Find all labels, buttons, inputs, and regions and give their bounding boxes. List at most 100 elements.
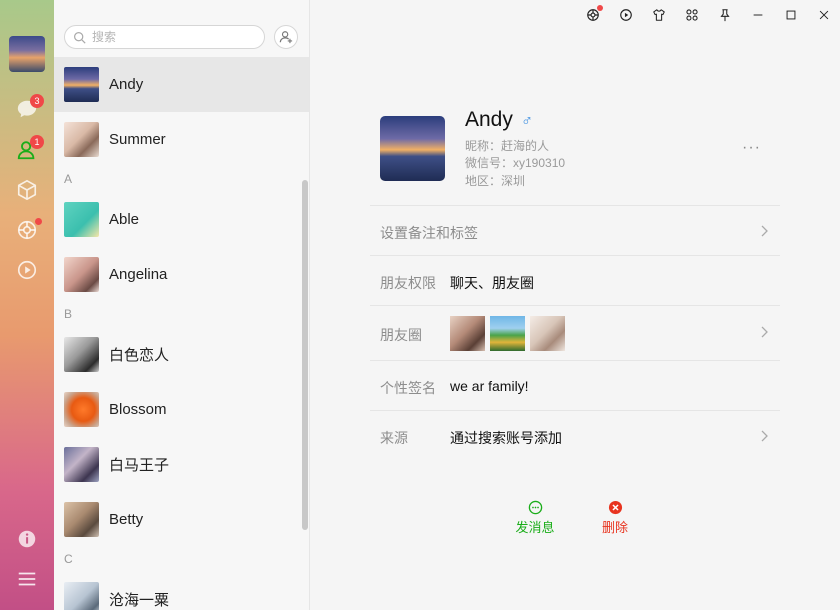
left-rail: 3 1 <box>0 0 54 610</box>
remark-tags-link[interactable]: 设置备注和标签 <box>380 223 478 243</box>
contact-row[interactable]: Summer <box>54 112 309 167</box>
permission-value[interactable]: 聊天、朋友圈 <box>450 273 534 293</box>
moments-dot <box>35 218 42 225</box>
contact-name: Blossom <box>109 401 167 418</box>
contact-row[interactable]: 白马王子 <box>54 437 309 492</box>
contact-row[interactable]: 沧海一粟 <box>54 572 309 610</box>
list-scrollbar[interactable] <box>302 180 308 530</box>
send-message-button[interactable]: 发消息 <box>510 500 560 536</box>
contact-avatar <box>64 447 99 482</box>
window-toolbar <box>576 4 840 26</box>
contacts-nav-button[interactable]: 1 <box>14 135 44 163</box>
add-person-icon <box>279 31 293 44</box>
video-nav-button[interactable] <box>14 257 40 283</box>
menu-button[interactable] <box>14 566 40 592</box>
contact-avatar <box>64 257 99 292</box>
message-icon <box>528 500 542 515</box>
divider <box>370 360 780 361</box>
source-label: 来源 <box>380 430 408 446</box>
contact-avatar <box>64 392 99 427</box>
search-icon <box>74 32 86 44</box>
contact-row[interactable]: Blossom <box>54 382 309 437</box>
contact-avatar <box>64 202 99 237</box>
info-button[interactable] <box>14 526 40 552</box>
delete-contact-button[interactable]: 删除 <box>590 500 640 536</box>
profile-avatar[interactable] <box>380 116 445 181</box>
minimize-button[interactable] <box>741 4 774 26</box>
section-header: C <box>64 552 73 566</box>
add-friend-button[interactable] <box>274 25 298 49</box>
maximize-icon <box>786 10 795 20</box>
male-icon: ♂ <box>521 113 533 130</box>
moments-toolbar-button[interactable] <box>576 4 609 26</box>
contact-name: Summer <box>109 131 166 148</box>
contact-avatar <box>64 122 99 157</box>
contact-avatar <box>64 337 99 372</box>
info-icon <box>18 530 36 548</box>
shirt-icon <box>652 9 665 21</box>
cube-icon <box>17 179 37 201</box>
close-icon <box>819 10 828 20</box>
contact-name: Angelina <box>109 266 168 283</box>
search-box[interactable] <box>64 25 265 49</box>
more-options-button[interactable]: ··· <box>742 139 761 157</box>
profile-name: Andy <box>465 108 513 131</box>
moments-thumbnail[interactable] <box>450 316 485 351</box>
profile-nickname: 昵称：赶海的人 <box>465 139 550 153</box>
delete-icon <box>608 500 622 515</box>
contact-name: 白色恋人 <box>109 347 170 364</box>
contact-row[interactable]: Able <box>54 192 309 247</box>
apps-button[interactable] <box>675 4 708 26</box>
minimize-icon <box>753 14 762 16</box>
my-avatar[interactable] <box>9 36 45 72</box>
permission-label: 朋友权限 <box>380 275 436 291</box>
divider <box>370 205 780 206</box>
contact-name: 白马王子 <box>109 457 170 474</box>
play-circle-icon <box>619 9 632 21</box>
contacts-badge: 1 <box>30 135 44 149</box>
grid-icon <box>685 9 698 21</box>
source-value: 通过搜索账号添加 <box>450 430 562 446</box>
section-header: A <box>64 172 73 186</box>
close-button[interactable] <box>807 4 840 26</box>
search-input[interactable] <box>92 29 252 45</box>
notification-dot <box>597 5 603 11</box>
play-circle-icon <box>17 260 37 280</box>
box-nav-button[interactable] <box>14 177 40 203</box>
contact-avatar <box>64 502 99 537</box>
contact-avatar <box>64 582 99 610</box>
chevron-right-icon[interactable] <box>759 429 769 443</box>
pin-icon <box>719 9 730 22</box>
delete-label: 删除 <box>601 520 628 535</box>
send-message-label: 发消息 <box>515 520 555 535</box>
contact-list-panel: Andy Summer A Able Angelina B 白色恋人 Bloss… <box>54 0 310 610</box>
contact-name: Andy <box>109 76 144 93</box>
moments-nav-button[interactable] <box>14 217 42 243</box>
divider <box>370 255 780 256</box>
contact-row[interactable]: Betty <box>54 492 309 547</box>
contact-rows: Andy Summer A Able Angelina B 白色恋人 Bloss… <box>54 57 309 610</box>
moments-thumbnail[interactable] <box>490 316 525 351</box>
contact-row[interactable]: Angelina <box>54 247 309 302</box>
chat-nav-button[interactable]: 3 <box>14 94 44 122</box>
maximize-button[interactable] <box>774 4 807 26</box>
moments-thumbnail[interactable] <box>530 316 565 351</box>
hamburger-icon <box>18 572 36 586</box>
contact-name: Able <box>109 211 140 228</box>
contact-row[interactable]: Andy <box>54 57 309 112</box>
contact-row[interactable]: 白色恋人 <box>54 327 309 382</box>
section-header: B <box>64 307 73 321</box>
moments-label: 朋友圈 <box>380 327 422 343</box>
contact-name: Betty <box>109 511 144 528</box>
contact-name: 沧海一粟 <box>109 592 170 609</box>
divider <box>370 305 780 306</box>
divider <box>370 410 780 411</box>
pin-button[interactable] <box>708 4 741 26</box>
profile-wechat-id: 微信号：xy190310 <box>465 156 566 170</box>
video-toolbar-button[interactable] <box>609 4 642 26</box>
skin-button[interactable] <box>642 4 675 26</box>
chat-unread-badge: 3 <box>30 94 44 108</box>
profile-region: 地区：深圳 <box>465 174 526 188</box>
chevron-right-icon[interactable] <box>759 325 769 339</box>
signature-value: we ar family! <box>450 378 529 394</box>
